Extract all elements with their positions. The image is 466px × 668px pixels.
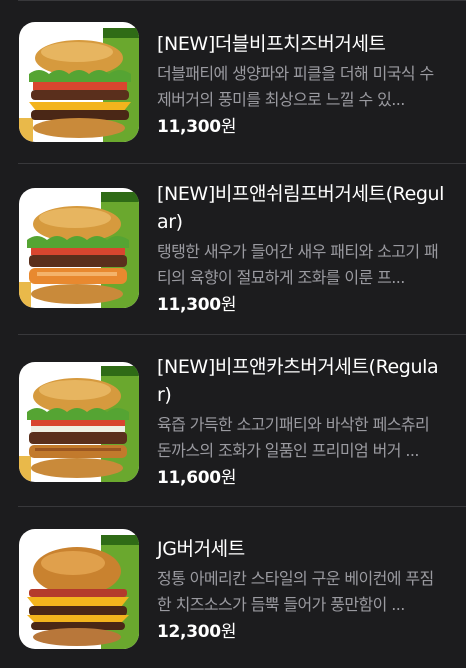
beef-shrimp-burger-set-image (19, 188, 139, 308)
menu-item-description: 정통 아메리칸 스타일의 구운 베이컨에 푸짐한 치즈소스가 듬뿍 들어가 풍만… (157, 569, 434, 614)
double-beef-cheese-burger-set-image (19, 22, 139, 142)
menu-item-price: 11,300원 (157, 115, 447, 139)
menu-item-description: 육즙 가득한 소고기패티와 바삭한 페스츄리 돈까스의 조화가 일품인 프리미엄… (157, 415, 430, 460)
price-currency: 원 (220, 295, 237, 315)
price-value: 12,300 (157, 622, 221, 642)
menu-item-name: JG버거세트 (157, 538, 245, 560)
menu-item-name: [NEW]더블비프치즈버거세트 (157, 33, 386, 55)
menu-item[interactable]: [NEW]비프앤쉬림프버거세트(Regular) 탱탱한 새우가 들어간 새우 … (0, 164, 466, 334)
menu-item-name: [NEW]비프앤쉬림프버거세트(Regular) (157, 183, 445, 233)
menu-item-info: [NEW]비프앤쉬림프버거세트(Regular) 탱탱한 새우가 들어간 새우 … (157, 180, 447, 317)
menu-list: [NEW]더블비프치즈버거세트 더블패티에 생양파와 피클을 더해 미국식 수제… (0, 0, 466, 668)
price-currency: 원 (220, 117, 237, 137)
price-value: 11,600 (157, 468, 221, 488)
menu-item-info: [NEW]비프앤카츠버거세트(Regular) 육즙 가득한 소고기패티와 바삭… (157, 353, 447, 490)
price-value: 11,300 (157, 295, 221, 315)
price-value: 11,300 (157, 117, 221, 137)
menu-item-description: 더블패티에 생양파와 피클을 더해 미국식 수제버거의 풍미를 최상으로 느낄 … (157, 64, 434, 109)
menu-item[interactable]: JG버거세트 정통 아메리칸 스타일의 구운 베이컨에 푸짐한 치즈소스가 듬뿍… (0, 507, 466, 668)
menu-item-description: 탱탱한 새우가 들어간 새우 패티와 소고기 패티의 육향이 절묘하게 조화를 … (157, 242, 439, 287)
price-currency: 원 (220, 468, 237, 488)
menu-item-name: [NEW]비프앤카츠버거세트(Regular) (157, 356, 439, 406)
menu-item-price: 12,300원 (157, 620, 447, 644)
jg-burger-set-image (19, 529, 139, 649)
menu-item-info: [NEW]더블비프치즈버거세트 더블패티에 생양파와 피클을 더해 미국식 수제… (157, 30, 447, 139)
menu-item[interactable]: [NEW]더블비프치즈버거세트 더블패티에 생양파와 피클을 더해 미국식 수제… (0, 0, 466, 163)
menu-item-info: JG버거세트 정통 아메리칸 스타일의 구운 베이컨에 푸짐한 치즈소스가 듬뿍… (157, 535, 447, 644)
menu-item-price: 11,600원 (157, 466, 447, 490)
menu-item-price: 11,300원 (157, 293, 447, 317)
price-currency: 원 (220, 622, 237, 642)
beef-katsu-burger-set-image (19, 362, 139, 482)
menu-item[interactable]: [NEW]비프앤카츠버거세트(Regular) 육즙 가득한 소고기패티와 바삭… (0, 335, 466, 506)
